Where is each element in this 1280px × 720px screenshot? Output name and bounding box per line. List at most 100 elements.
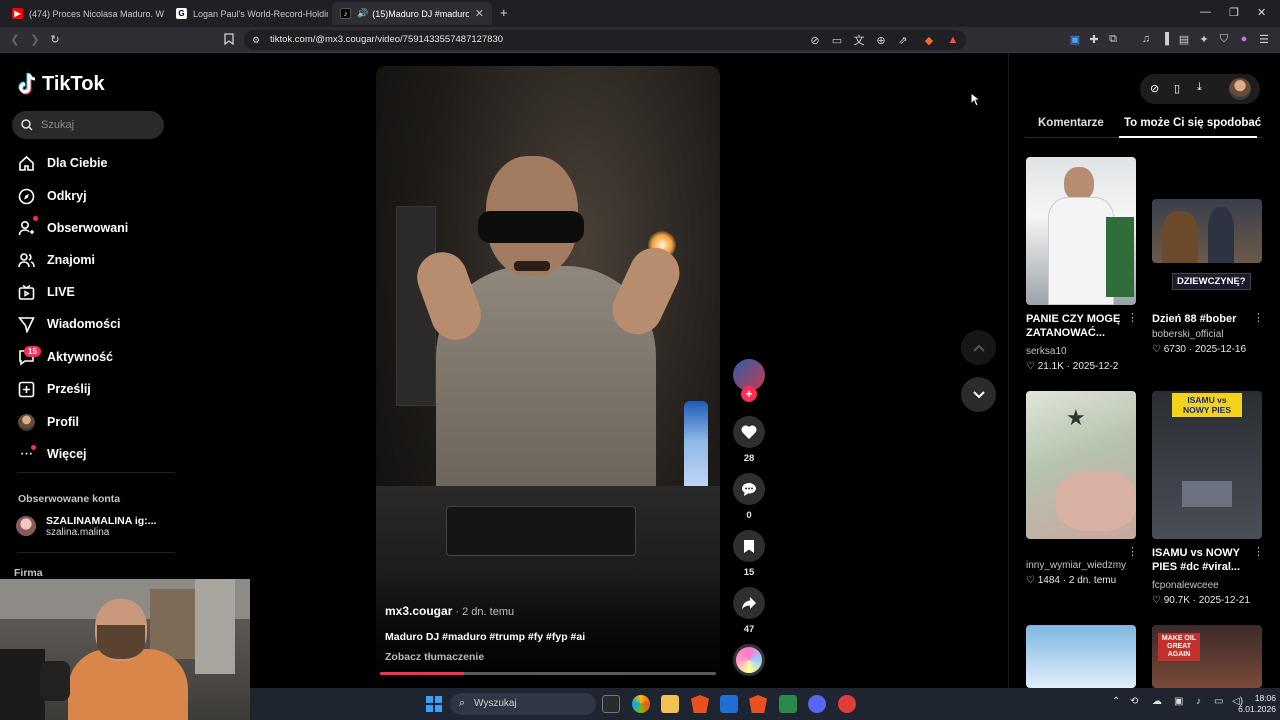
new-tab-button[interactable]: + — [500, 5, 508, 20]
menu-icon[interactable]: ☰ — [1257, 32, 1271, 46]
minimize-button[interactable]: — — [1200, 6, 1211, 18]
more-options-icon[interactable]: ⋮ — [1253, 545, 1264, 558]
share-icon[interactable]: ⇗ — [896, 33, 910, 47]
video-player[interactable]: mx3.cougar · 2 dn. temu Maduro DJ #madur… — [376, 66, 720, 678]
nav-following[interactable]: Obserwowani — [17, 218, 128, 238]
task-view-icon[interactable] — [602, 695, 620, 713]
recommendation-author[interactable]: inny_wymiar_wiedzmy — [1026, 560, 1126, 571]
tray-mic-icon[interactable]: ♪ — [1196, 696, 1201, 707]
discord-icon[interactable] — [808, 695, 826, 713]
bookmark-icon[interactable] — [733, 530, 765, 562]
save-action[interactable]: 15 — [733, 530, 765, 578]
copilot-icon[interactable] — [632, 695, 650, 713]
search-input[interactable]: Szukaj — [12, 111, 164, 139]
follow-plus-icon[interactable]: + — [741, 386, 757, 402]
nav-live[interactable]: LIVE — [17, 282, 75, 302]
app-icon[interactable] — [838, 695, 856, 713]
windows-start-icon[interactable] — [426, 696, 442, 712]
tray-network-icon[interactable]: ▭ — [1214, 696, 1223, 707]
device-icon[interactable]: ▯ — [1174, 82, 1180, 95]
maximize-button[interactable]: ❐ — [1229, 6, 1239, 19]
previous-video-button[interactable] — [961, 330, 996, 365]
close-window-button[interactable]: ✕ — [1257, 6, 1266, 19]
heart-icon[interactable] — [733, 416, 765, 448]
tray-app-icon[interactable]: ▣ — [1174, 696, 1183, 707]
brave-active-icon[interactable] — [749, 695, 767, 713]
browser-tab-active[interactable]: ♪ 🔊 (15)Maduro DJ #maduro #tru ✕ — [332, 2, 492, 25]
nav-messages[interactable]: Wiadomości — [17, 314, 121, 334]
forward-icon[interactable]: ❯ — [28, 32, 42, 46]
calculator-icon[interactable] — [779, 695, 797, 713]
nav-upload[interactable]: Prześlij — [17, 379, 91, 399]
extension-icon[interactable]: ▣ — [1068, 32, 1082, 46]
media-icon[interactable]: ▭ — [830, 33, 844, 47]
video-thumbnail[interactable] — [1026, 625, 1136, 688]
tiktok-logo[interactable]: TikTok — [17, 72, 105, 96]
comment-icon[interactable] — [733, 473, 765, 505]
tab-comments[interactable]: Komentarze — [1038, 117, 1104, 129]
recommendation-title[interactable]: PANIE CZY MOGĘ ZATANOWAĆ... — [1026, 312, 1130, 340]
site-settings-icon[interactable]: ⚙ — [249, 33, 263, 47]
recommendation-author[interactable]: boberski_official — [1152, 329, 1224, 340]
taskbar-search[interactable]: ⌕ Wyszukaj — [450, 693, 596, 715]
nav-friends[interactable]: Znajomi — [17, 250, 95, 270]
back-icon[interactable]: ❮ — [8, 32, 22, 46]
video-progress-track[interactable] — [380, 672, 716, 675]
video-thumbnail[interactable] — [1026, 157, 1136, 305]
company-section[interactable]: Firma — [14, 567, 43, 579]
video-thumbnail[interactable]: ISAMU vs NOWY PIES — [1152, 391, 1262, 539]
profile-icon[interactable]: ● — [1237, 32, 1251, 46]
nav-explore[interactable]: Odkryj — [17, 186, 87, 206]
next-video-button[interactable] — [961, 377, 996, 412]
taskbar-clock[interactable]: 18:06 6.01.2026 — [1236, 693, 1276, 715]
brave-browser-icon[interactable] — [691, 695, 709, 713]
tray-cloud-icon[interactable]: ☁ — [1152, 696, 1162, 707]
video-caption[interactable]: Maduro DJ #maduro #trump #fy #fyp #ai — [385, 631, 585, 643]
translate-icon[interactable]: 文 — [852, 33, 866, 47]
address-bar[interactable]: ⚙ tiktok.com/@mx3.cougar/video/759143355… — [244, 30, 966, 50]
more-options-icon[interactable]: ⋮ — [1127, 545, 1138, 558]
author-handle[interactable]: mx3.cougar — [385, 604, 452, 618]
see-translation-link[interactable]: Zobacz tłumaczenie — [385, 651, 484, 663]
music-disc-icon[interactable] — [733, 644, 765, 676]
music-icon[interactable]: ♫ — [1139, 32, 1153, 46]
download-icon[interactable]: ⤓ — [1197, 81, 1202, 94]
extensions-puzzle-icon[interactable]: ✚ — [1087, 32, 1101, 46]
video-thumbnail[interactable]: ★ — [1026, 391, 1136, 539]
share-action[interactable]: 47 — [733, 587, 765, 635]
nav-more[interactable]: ··· Więcej — [17, 444, 87, 464]
store-icon[interactable] — [720, 695, 738, 713]
wallet-icon[interactable]: ▤ — [1177, 32, 1191, 46]
recommendation-author[interactable]: fcponalewceee — [1152, 580, 1219, 591]
zoom-icon[interactable]: ⊕ — [874, 33, 888, 47]
reload-icon[interactable]: ↻ — [48, 32, 62, 46]
sidebar-toggle-icon[interactable]: ▐ — [1158, 32, 1172, 46]
user-avatar[interactable] — [1229, 78, 1251, 100]
nav-for-you[interactable]: Dla Ciebie — [17, 153, 107, 173]
tray-sync-icon[interactable]: ⟲ — [1130, 696, 1138, 707]
screenshot-icon[interactable]: ⧉ — [1106, 32, 1120, 46]
brave-rewards-icon[interactable]: ▲ — [946, 33, 960, 47]
tray-chevron-icon[interactable]: ⌃ — [1112, 696, 1120, 707]
brave-shields-icon[interactable]: ◆ — [922, 33, 936, 47]
more-options-icon[interactable]: ⋮ — [1253, 311, 1264, 324]
like-action[interactable]: 28 — [733, 416, 765, 464]
compass-icon[interactable]: ⊘ — [1150, 82, 1159, 95]
tab-you-may-like[interactable]: To może Ci się spodobać — [1124, 117, 1261, 129]
video-author[interactable]: mx3.cougar · 2 dn. temu — [385, 604, 514, 618]
comment-action[interactable]: 0 — [733, 473, 765, 521]
share-arrow-icon[interactable] — [733, 587, 765, 619]
more-options-icon[interactable]: ⋮ — [1127, 311, 1138, 324]
vpn-icon[interactable]: ⛉ — [1217, 32, 1231, 46]
video-thumbnail[interactable]: MAKE OIL GREAT AGAIN — [1152, 625, 1262, 688]
recommendation-author[interactable]: serksa10 — [1026, 346, 1067, 357]
leo-ai-icon[interactable]: ✦ — [1197, 32, 1211, 46]
nav-profile[interactable]: Profil — [17, 412, 79, 432]
recommendation-title[interactable]: ISAMU vs NOWY PIES #dc #viral... — [1152, 546, 1262, 574]
video-thumbnail[interactable] — [1152, 199, 1262, 263]
tab-close-icon[interactable]: ✕ — [469, 7, 484, 20]
file-explorer-icon[interactable] — [661, 695, 679, 713]
following-account[interactable]: SZALINAMALINA ig:... szalina.malina — [16, 515, 176, 541]
recommendation-title[interactable]: Dzień 88 #bober — [1152, 312, 1262, 326]
browser-tab[interactable]: G Logan Paul's World-Record-Holding — [168, 2, 328, 25]
